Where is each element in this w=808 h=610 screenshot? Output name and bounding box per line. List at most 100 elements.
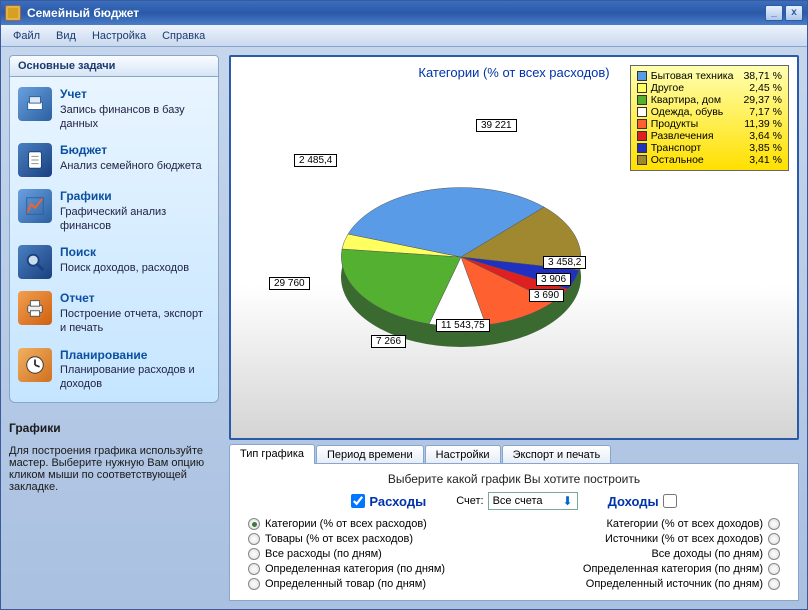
radio-icon[interactable] [768,518,780,530]
account-selector: Счет: Все счета ⬇ [456,492,577,510]
tab-prompt: Выберите какой график Вы хотите построит… [248,472,780,486]
task-search[interactable]: ПоискПоиск доходов, расходов [18,245,210,279]
radio-option[interactable]: Все расходы (по дням) [248,548,445,560]
radio-icon[interactable] [248,563,260,575]
tab-chart-type[interactable]: Тип графика [229,444,315,464]
legend-swatch [637,107,647,117]
task-title: Планирование [60,348,210,364]
radio-option[interactable]: Источники (% от всех доходов) [583,533,780,545]
radio-label: Определенный товар (по дням) [265,578,426,590]
printer-icon [18,291,52,325]
legend-name: Другое [651,82,684,94]
records-icon [18,87,52,121]
radio-icon[interactable] [768,563,780,575]
help-text: Для построения графика используйте масте… [9,445,204,493]
close-button[interactable]: x [785,5,803,21]
income-checkbox[interactable]: Доходы [608,494,677,509]
help-panel: Графики Для построения графика используй… [9,421,219,493]
task-charts[interactable]: ГрафикиГрафический анализ финансов [18,189,210,233]
account-value: Все счета [493,495,543,507]
account-label: Счет: [456,495,483,507]
radio-icon[interactable] [768,578,780,590]
slice-label: 11 543,75 [436,319,490,332]
sidebar-header: Основные задачи [9,55,219,77]
radio-label: Определенная категория (по дням) [265,563,445,575]
radio-icon[interactable] [768,548,780,560]
sidebar-panel: УчетЗапись финансов в базу данных Бюджет… [9,77,219,403]
radio-option[interactable]: Категории (% от всех расходов) [248,518,445,530]
legend-row: Транспорт3,85 % [637,142,782,154]
radio-icon[interactable] [768,533,780,545]
menu-view[interactable]: Вид [50,28,82,44]
slice-label: 7 266 [371,335,406,348]
radio-icon[interactable] [248,518,260,530]
task-uchet[interactable]: УчетЗапись финансов в базу данных [18,87,210,131]
sidebar: Основные задачи УчетЗапись финансов в ба… [9,55,219,601]
task-title: Учет [60,87,210,103]
app-icon [5,5,21,21]
radio-label: Категории (% от всех доходов) [607,518,764,530]
legend-percent: 2,45 % [743,82,782,94]
main-area: Категории (% от всех расходов) [229,55,799,601]
radio-icon[interactable] [248,533,260,545]
tab-pane: Выберите какой график Вы хотите построит… [229,463,799,601]
radio-label: Все доходы (по дням) [651,548,763,560]
task-desc: Планирование расходов и доходов [60,364,195,390]
task-desc: Поиск доходов, расходов [60,262,189,274]
legend-percent: 3,64 % [743,130,782,142]
task-budget[interactable]: БюджетАнализ семейного бюджета [18,143,210,177]
radio-option[interactable]: Определенный источник (по дням) [583,578,780,590]
tab-settings[interactable]: Настройки [425,445,501,464]
budget-icon [18,143,52,177]
radio-label: Источники (% от всех доходов) [605,533,763,545]
account-dropdown[interactable]: Все счета ⬇ [488,492,578,510]
legend-swatch [637,119,647,129]
radio-option[interactable]: Все доходы (по дням) [583,548,780,560]
menu-file[interactable]: Файл [7,28,46,44]
search-icon [18,245,52,279]
radio-icon[interactable] [248,548,260,560]
slice-label: 3 906 [536,273,571,286]
task-title: Графики [60,189,210,205]
menu-help[interactable]: Справка [156,28,211,44]
radio-option[interactable]: Определенная категория (по дням) [248,563,445,575]
window-title: Семейный бюджет [27,6,139,20]
legend-row: Одежда, обувь7,17 % [637,106,782,118]
legend-name: Остальное [651,154,704,166]
radio-option[interactable]: Определенный товар (по дням) [248,578,445,590]
task-planning[interactable]: ПланированиеПланирование расходов и дохо… [18,348,210,392]
radio-label: Товары (% от всех расходов) [265,533,413,545]
legend-swatch [637,155,647,165]
task-title: Отчет [60,291,210,307]
titlebar[interactable]: Семейный бюджет _ x [1,1,807,25]
legend-name: Развлечения [651,130,714,142]
legend-percent: 29,37 % [737,94,782,106]
minimize-button[interactable]: _ [765,5,783,21]
task-desc: Графический анализ финансов [60,206,166,232]
tab-period[interactable]: Период времени [316,445,424,464]
menu-settings[interactable]: Настройка [86,28,152,44]
radio-label: Категории (% от всех расходов) [265,518,427,530]
expenses-check-input[interactable] [351,494,365,508]
expenses-checkbox[interactable]: Расходы [351,494,426,509]
income-options: Категории (% от всех доходов) Источники (… [583,518,780,590]
legend-row: Квартира, дом29,37 % [637,94,782,106]
legend-row: Остальное3,41 % [637,154,782,166]
radio-option[interactable]: Определенная категория (по дням) [583,563,780,575]
task-report[interactable]: ОтчетПостроение отчета, экспорт и печать [18,291,210,335]
task-title: Бюджет [60,143,202,159]
legend-percent: 3,85 % [743,142,782,154]
radio-option[interactable]: Товары (% от всех расходов) [248,533,445,545]
dropdown-arrow-icon: ⬇ [563,494,573,508]
slice-label: 2 485,4 [294,154,337,167]
income-check-input[interactable] [663,494,677,508]
radio-icon[interactable] [248,578,260,590]
legend-swatch [637,131,647,141]
legend-percent: 11,39 % [738,118,782,130]
slice-label: 29 760 [269,277,310,290]
tab-export[interactable]: Экспорт и печать [502,445,612,464]
slice-label: 3 458,2 [543,256,586,269]
radio-option[interactable]: Категории (% от всех доходов) [583,518,780,530]
legend: Бытовая техника38,71 %Другое2,45 %Кварти… [630,65,789,171]
task-desc: Анализ семейного бюджета [60,160,202,172]
